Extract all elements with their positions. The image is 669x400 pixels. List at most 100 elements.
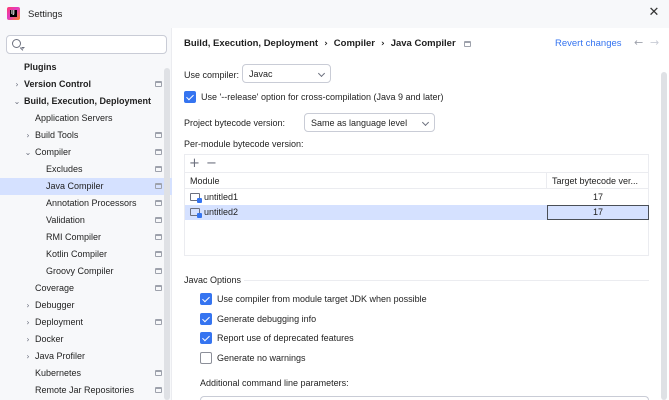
sidebar-scrollbar[interactable]: [164, 68, 170, 400]
module-icon: [190, 208, 202, 218]
forward-arrow-icon[interactable]: →: [650, 36, 659, 49]
sidebar-item-plugins[interactable]: Plugins: [0, 59, 172, 76]
sidebar-item-label: Excludes: [46, 164, 83, 174]
per-module-table: + − Module Target bytecode ver... untitl…: [184, 154, 649, 256]
sidebar-item-label: Version Control: [24, 79, 92, 89]
target-version-cell[interactable]: 17: [547, 205, 649, 220]
chevron-down-icon[interactable]: ⌄: [13, 97, 21, 106]
column-header-target[interactable]: Target bytecode ver...: [552, 176, 638, 186]
no-warnings-checkbox[interactable]: [200, 352, 212, 364]
use-compiler-label: Use compiler:: [184, 70, 240, 80]
sidebar-item-label: RMI Compiler: [46, 232, 102, 242]
table-row[interactable]: untitled2 17: [185, 205, 649, 220]
sidebar-item-excludes[interactable]: Excludes: [0, 161, 172, 178]
table-header: Module Target bytecode ver...: [185, 173, 648, 189]
remove-icon[interactable]: −: [206, 156, 217, 171]
back-arrow-icon[interactable]: ←: [634, 36, 643, 49]
logo-text: IJ: [11, 10, 15, 16]
additional-params-input[interactable]: [200, 396, 649, 400]
title-bar: IJ Settings ✕: [0, 0, 669, 28]
column-header-module[interactable]: Module: [190, 176, 220, 186]
close-icon[interactable]: ✕: [647, 6, 661, 20]
sidebar-item-java-profiler[interactable]: › Java Profiler: [0, 348, 172, 365]
sidebar-item-annotation-processors[interactable]: Annotation Processors: [0, 195, 172, 212]
sidebar-item-label: Annotation Processors: [46, 198, 137, 208]
sidebar-item-label: Kubernetes: [35, 368, 82, 378]
breadcrumb-item[interactable]: Compiler: [334, 38, 375, 49]
sidebar-item-version-control[interactable]: › Version Control: [0, 76, 172, 93]
sidebar-item-rmi-compiler[interactable]: RMI Compiler: [0, 229, 172, 246]
settings-content: Build, Execution, Deployment › Compiler …: [172, 28, 669, 400]
project-scope-icon: [155, 81, 162, 87]
chevron-right-icon[interactable]: ›: [24, 335, 32, 344]
table-row[interactable]: untitled1 17: [185, 190, 648, 205]
sidebar-item-label: Groovy Compiler: [46, 266, 114, 276]
table-toolbar: + −: [185, 155, 648, 173]
deprecated-features-checkbox[interactable]: [200, 332, 212, 344]
sidebar-item-validation[interactable]: Validation: [0, 212, 172, 229]
search-input[interactable]: [6, 35, 167, 54]
compiler-select-value: Javac: [249, 68, 273, 79]
chevron-down-icon[interactable]: ⌄: [24, 148, 32, 157]
sidebar-item-label: Docker: [35, 334, 64, 344]
sidebar-item-remote-jar-repositories[interactable]: Remote Jar Repositories: [0, 382, 172, 399]
bytecode-version-select[interactable]: Same as language level: [304, 113, 435, 132]
compiler-select[interactable]: Javac: [242, 64, 331, 83]
project-scope-icon: [155, 149, 162, 155]
target-version-cell[interactable]: 17: [547, 190, 649, 205]
chevron-right-icon[interactable]: ›: [24, 318, 32, 327]
column-divider[interactable]: [546, 173, 547, 189]
project-scope-icon: [155, 370, 162, 376]
search-options-chevron-icon[interactable]: [21, 47, 25, 49]
sidebar-item-kubernetes[interactable]: Kubernetes: [0, 365, 172, 382]
chevron-right-icon[interactable]: ›: [24, 352, 32, 361]
sidebar-item-label: Java Profiler: [35, 351, 86, 361]
breadcrumb-item: Java Compiler: [390, 38, 456, 49]
sidebar-item-application-servers[interactable]: Application Servers: [0, 110, 172, 127]
release-option-checkbox[interactable]: [184, 91, 196, 103]
content-scrollbar[interactable]: [661, 72, 667, 400]
no-warnings-label: Generate no warnings: [217, 353, 306, 363]
release-option-label: Use '--release' option for cross-compila…: [201, 92, 444, 102]
chevron-right-icon[interactable]: ›: [24, 301, 32, 310]
sidebar-item-label: Build Tools: [35, 130, 79, 140]
chevron-down-icon: [421, 118, 430, 127]
javac-options-title: Javac Options: [184, 275, 242, 285]
project-scope-icon: [155, 251, 162, 257]
project-scope-icon: [463, 40, 471, 47]
settings-tree: Plugins › Version Control ⌄ Build, Execution…: [0, 59, 172, 399]
project-scope-icon: [155, 166, 162, 172]
sidebar-item-label: Validation: [46, 215, 85, 225]
add-icon[interactable]: +: [189, 156, 200, 171]
breadcrumb-item[interactable]: Build, Execution, Deployment: [184, 38, 318, 49]
sidebar-item-debugger[interactable]: › Debugger: [0, 297, 172, 314]
sidebar-item-java-compiler[interactable]: Java Compiler: [0, 178, 172, 195]
sidebar-item-label: Plugins: [24, 62, 57, 72]
sidebar-item-compiler[interactable]: ⌄ Compiler: [0, 144, 172, 161]
search-icon: [12, 39, 21, 48]
sidebar-item-label: Debugger: [35, 300, 75, 310]
sidebar-item-docker[interactable]: › Docker: [0, 331, 172, 348]
sidebar-item-label: Remote Jar Repositories: [35, 385, 135, 395]
breadcrumb-separator-icon: ›: [324, 38, 328, 49]
breadcrumb-separator-icon: ›: [380, 38, 385, 49]
sidebar-item-build-execution-deployment[interactable]: ⌄ Build, Execution, Deployment: [0, 93, 172, 110]
module-name: untitled2: [204, 207, 239, 217]
sidebar-item-groovy-compiler[interactable]: Groovy Compiler: [0, 263, 172, 280]
sidebar-item-label: Application Servers: [35, 113, 113, 123]
chevron-right-icon[interactable]: ›: [13, 80, 21, 89]
module-target-jdk-checkbox[interactable]: [200, 293, 212, 305]
sidebar-item-build-tools[interactable]: › Build Tools: [0, 127, 172, 144]
project-scope-icon: [155, 268, 162, 274]
sidebar-item-deployment[interactable]: › Deployment: [0, 314, 172, 331]
per-module-label: Per-module bytecode version:: [184, 139, 304, 149]
sidebar-item-kotlin-compiler[interactable]: Kotlin Compiler: [0, 246, 172, 263]
sidebar-item-coverage[interactable]: Coverage: [0, 280, 172, 297]
window-title: Settings: [28, 9, 63, 20]
sidebar-item-label: Build, Execution, Deployment: [24, 96, 152, 106]
revert-changes-link[interactable]: Revert changes: [555, 38, 622, 49]
module-name: untitled1: [204, 192, 239, 202]
chevron-right-icon[interactable]: ›: [24, 131, 32, 140]
debugging-info-checkbox[interactable]: [200, 313, 212, 325]
section-divider: [244, 280, 649, 281]
